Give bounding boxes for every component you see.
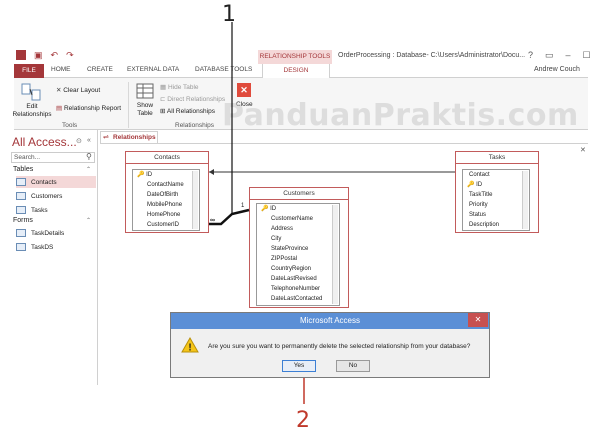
callout-number-one: 1 — [222, 2, 236, 27]
no-button[interactable]: No — [336, 360, 370, 372]
callout-number-two: 2 — [296, 408, 310, 433]
many-label: ∞ — [210, 217, 215, 224]
one-label: 1 — [241, 203, 245, 209]
yes-button[interactable]: Yes — [282, 360, 316, 372]
arrow-left-icon — [209, 169, 214, 175]
svg-text:!: ! — [188, 343, 191, 354]
dialog-message: Are you sure you want to permanently del… — [208, 343, 471, 350]
dialog-title: Microsoft Access — [171, 313, 489, 329]
contacts-customers-line — [209, 208, 250, 226]
dialog-close-button[interactable]: ✕ — [468, 313, 488, 327]
warning-icon: ! — [181, 336, 199, 355]
